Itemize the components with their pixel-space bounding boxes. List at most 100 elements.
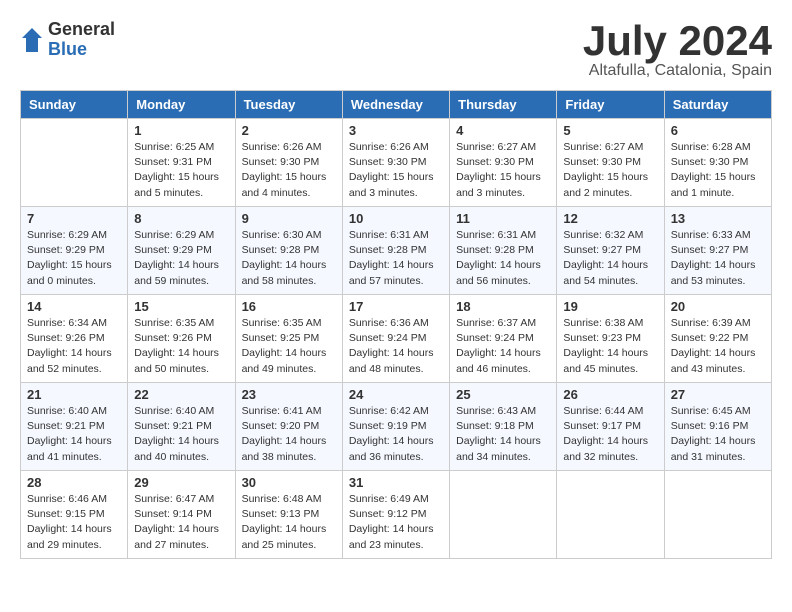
calendar-cell [557,471,664,559]
day-number: 13 [671,211,765,226]
weekday-header-cell: Monday [128,91,235,119]
day-number: 10 [349,211,443,226]
calendar-cell: 10 Sunrise: 6:31 AMSunset: 9:28 PMDayligh… [342,207,449,295]
day-info: Sunrise: 6:43 AMSunset: 9:18 PMDaylight:… [456,404,550,465]
day-info: Sunrise: 6:39 AMSunset: 9:22 PMDaylight:… [671,316,765,377]
day-info: Sunrise: 6:42 AMSunset: 9:19 PMDaylight:… [349,404,443,465]
day-number: 12 [563,211,657,226]
day-number: 8 [134,211,228,226]
calendar-cell: 20 Sunrise: 6:39 AMSunset: 9:22 PMDayligh… [664,295,771,383]
calendar-cell: 6 Sunrise: 6:28 AMSunset: 9:30 PMDaylight… [664,119,771,207]
day-number: 31 [349,475,443,490]
calendar-cell: 5 Sunrise: 6:27 AMSunset: 9:30 PMDaylight… [557,119,664,207]
weekday-header-cell: Thursday [450,91,557,119]
day-number: 16 [242,299,336,314]
day-info: Sunrise: 6:29 AMSunset: 9:29 PMDaylight:… [27,228,121,289]
calendar-cell: 22 Sunrise: 6:40 AMSunset: 9:21 PMDayligh… [128,383,235,471]
calendar-cell: 30 Sunrise: 6:48 AMSunset: 9:13 PMDayligh… [235,471,342,559]
day-info: Sunrise: 6:40 AMSunset: 9:21 PMDaylight:… [134,404,228,465]
calendar-cell: 25 Sunrise: 6:43 AMSunset: 9:18 PMDayligh… [450,383,557,471]
calendar-week-row: 28Sunrise: 6:46 AMSunset: 9:15 PMDayligh… [21,471,772,559]
day-number: 2 [242,123,336,138]
day-info: Sunrise: 6:45 AMSunset: 9:16 PMDaylight:… [671,404,765,465]
calendar-cell: 12 Sunrise: 6:32 AMSunset: 9:27 PMDayligh… [557,207,664,295]
day-info: Sunrise: 6:35 AMSunset: 9:25 PMDaylight:… [242,316,336,377]
day-number: 19 [563,299,657,314]
logo-icon [20,26,44,54]
calendar-cell: 7 Sunrise: 6:29 AMSunset: 9:29 PMDaylight… [21,207,128,295]
calendar-cell: 17 Sunrise: 6:36 AMSunset: 9:24 PMDayligh… [342,295,449,383]
day-info: Sunrise: 6:26 AMSunset: 9:30 PMDaylight:… [242,140,336,201]
day-info: Sunrise: 6:49 AMSunset: 9:12 PMDaylight:… [349,492,443,553]
day-info: Sunrise: 6:40 AMSunset: 9:21 PMDaylight:… [27,404,121,465]
title-block: July 2024 Altafulla, Catalonia, Spain [583,20,772,80]
calendar-cell: 9 Sunrise: 6:30 AMSunset: 9:28 PMDaylight… [235,207,342,295]
logo-text: General Blue [48,20,115,60]
weekday-header-cell: Friday [557,91,664,119]
day-number: 17 [349,299,443,314]
calendar-cell: 23 Sunrise: 6:41 AMSunset: 9:20 PMDayligh… [235,383,342,471]
calendar-week-row: 21 Sunrise: 6:40 AMSunset: 9:21 PMDayligh… [21,383,772,471]
day-number: 11 [456,211,550,226]
calendar-cell [450,471,557,559]
day-number: 6 [671,123,765,138]
calendar-cell: 16 Sunrise: 6:35 AMSunset: 9:25 PMDayligh… [235,295,342,383]
calendar-cell: 26Sunrise: 6:44 AMSunset: 9:17 PMDayligh… [557,383,664,471]
calendar-cell: 4 Sunrise: 6:27 AMSunset: 9:30 PMDaylight… [450,119,557,207]
calendar-cell: 31 Sunrise: 6:49 AMSunset: 9:12 PMDayligh… [342,471,449,559]
day-info: Sunrise: 6:44 AMSunset: 9:17 PMDaylight:… [563,404,657,465]
calendar-cell: 24 Sunrise: 6:42 AMSunset: 9:19 PMDayligh… [342,383,449,471]
calendar-cell: 21 Sunrise: 6:40 AMSunset: 9:21 PMDayligh… [21,383,128,471]
day-number: 27 [671,387,765,402]
calendar-cell: 1Sunrise: 6:25 AMSunset: 9:31 PMDaylight… [128,119,235,207]
calendar-week-row: 14Sunrise: 6:34 AMSunset: 9:26 PMDayligh… [21,295,772,383]
day-number: 7 [27,211,121,226]
day-info: Sunrise: 6:27 AMSunset: 9:30 PMDaylight:… [563,140,657,201]
day-number: 20 [671,299,765,314]
calendar-cell: 18Sunrise: 6:37 AMSunset: 9:24 PMDayligh… [450,295,557,383]
day-number: 25 [456,387,550,402]
weekday-header-row: SundayMondayTuesdayWednesdayThursdayFrid… [21,91,772,119]
location-title: Altafulla, Catalonia, Spain [583,62,772,80]
day-info: Sunrise: 6:37 AMSunset: 9:24 PMDaylight:… [456,316,550,377]
calendar-cell: 27 Sunrise: 6:45 AMSunset: 9:16 PMDayligh… [664,383,771,471]
logo-blue: Blue [48,40,115,60]
day-info: Sunrise: 6:48 AMSunset: 9:13 PMDaylight:… [242,492,336,553]
calendar-cell: 15 Sunrise: 6:35 AMSunset: 9:26 PMDayligh… [128,295,235,383]
day-info: Sunrise: 6:28 AMSunset: 9:30 PMDaylight:… [671,140,765,201]
day-info: Sunrise: 6:36 AMSunset: 9:24 PMDaylight:… [349,316,443,377]
day-info: Sunrise: 6:27 AMSunset: 9:30 PMDaylight:… [456,140,550,201]
day-number: 23 [242,387,336,402]
day-info: Sunrise: 6:35 AMSunset: 9:26 PMDaylight:… [134,316,228,377]
day-number: 3 [349,123,443,138]
day-number: 24 [349,387,443,402]
calendar-table: SundayMondayTuesdayWednesdayThursdayFrid… [20,90,772,559]
day-number: 22 [134,387,228,402]
weekday-header-cell: Wednesday [342,91,449,119]
day-info: Sunrise: 6:41 AMSunset: 9:20 PMDaylight:… [242,404,336,465]
day-info: Sunrise: 6:32 AMSunset: 9:27 PMDaylight:… [563,228,657,289]
month-title: July 2024 [583,20,772,62]
day-number: 4 [456,123,550,138]
calendar-cell [21,119,128,207]
day-number: 15 [134,299,228,314]
day-info: Sunrise: 6:33 AMSunset: 9:27 PMDaylight:… [671,228,765,289]
calendar-cell: 2 Sunrise: 6:26 AMSunset: 9:30 PMDaylight… [235,119,342,207]
day-number: 30 [242,475,336,490]
page-header: General Blue July 2024 Altafulla, Catalo… [20,20,772,80]
calendar-week-row: 7 Sunrise: 6:29 AMSunset: 9:29 PMDaylight… [21,207,772,295]
day-number: 9 [242,211,336,226]
logo: General Blue [20,20,115,60]
day-number: 1 [134,123,228,138]
day-info: Sunrise: 6:31 AMSunset: 9:28 PMDaylight:… [349,228,443,289]
day-number: 28 [27,475,121,490]
day-number: 5 [563,123,657,138]
day-number: 14 [27,299,121,314]
day-info: Sunrise: 6:30 AMSunset: 9:28 PMDaylight:… [242,228,336,289]
calendar-cell: 28Sunrise: 6:46 AMSunset: 9:15 PMDayligh… [21,471,128,559]
day-info: Sunrise: 6:31 AMSunset: 9:28 PMDaylight:… [456,228,550,289]
calendar-cell [664,471,771,559]
logo-general: General [48,20,115,40]
day-info: Sunrise: 6:29 AMSunset: 9:29 PMDaylight:… [134,228,228,289]
day-number: 21 [27,387,121,402]
